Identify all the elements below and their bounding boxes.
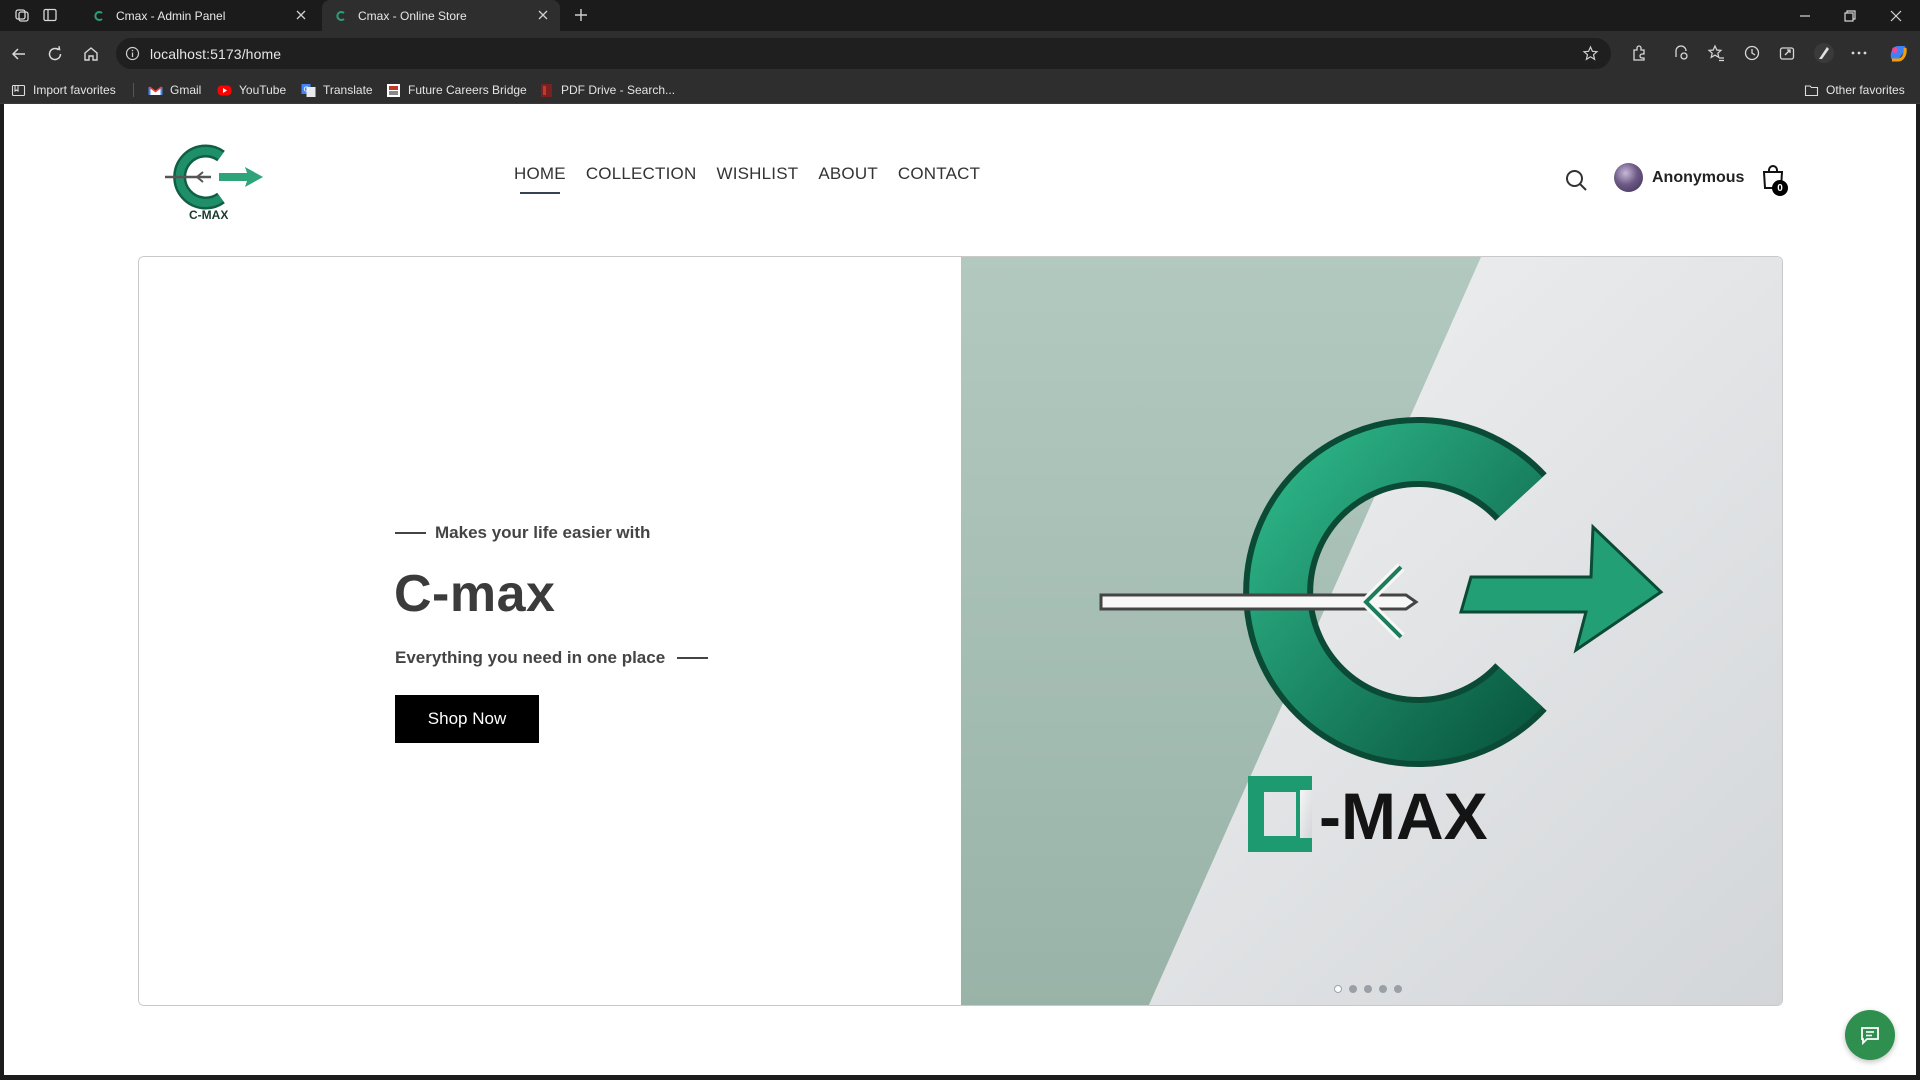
- hero-banner: Makes your life easier with C-max Everyt…: [138, 256, 1783, 1006]
- search-icon[interactable]: [1564, 168, 1588, 192]
- browser-tab-bar: Cmax - Admin Panel Cmax - Online Store: [0, 0, 1920, 31]
- hero-text-panel: Makes your life easier with C-max Everyt…: [139, 257, 961, 1005]
- vertical-tabs-icon[interactable]: [42, 7, 58, 23]
- close-icon[interactable]: [294, 8, 308, 22]
- hero-slide-image[interactable]: -MAX: [961, 257, 1782, 1005]
- bookmark-import-favorites[interactable]: Import favorites: [11, 81, 116, 99]
- carousel-dot[interactable]: [1394, 985, 1402, 993]
- history-icon[interactable]: [1743, 44, 1761, 62]
- bookmark-translate[interactable]: G Translate: [301, 81, 373, 99]
- favorite-star-icon[interactable]: [1582, 45, 1599, 62]
- close-icon[interactable]: [536, 8, 550, 22]
- site-info-icon[interactable]: [125, 46, 140, 61]
- nav-contact[interactable]: CONTACT: [898, 164, 980, 184]
- refresh-icon[interactable]: [46, 45, 64, 63]
- shop-now-button[interactable]: Shop Now: [395, 695, 539, 743]
- copilot-icon[interactable]: [1887, 42, 1909, 64]
- main-nav: HOME COLLECTION WISHLIST ABOUT CONTACT: [514, 164, 980, 194]
- workspaces-icon[interactable]: [14, 7, 30, 23]
- cmax-brand-image: -MAX: [961, 257, 1782, 1005]
- avatar[interactable]: [1614, 163, 1643, 192]
- hero-eyebrow: Makes your life easier with: [395, 523, 650, 543]
- address-input[interactable]: localhost:5173/home: [116, 38, 1611, 69]
- pdf-icon: [541, 83, 552, 97]
- url-text: localhost:5173/home: [150, 46, 282, 62]
- import-icon: [11, 84, 26, 96]
- tab-admin-panel[interactable]: Cmax - Admin Panel: [80, 0, 318, 31]
- svg-text:-MAX: -MAX: [1319, 779, 1488, 853]
- cart-count-badge: 0: [1772, 180, 1788, 196]
- window-close-icon[interactable]: [1889, 9, 1903, 23]
- nav-about[interactable]: ABOUT: [818, 164, 878, 184]
- carousel-dots: [1334, 985, 1402, 993]
- more-icon[interactable]: [1850, 44, 1868, 62]
- address-toolbar: localhost:5173/home: [0, 31, 1920, 76]
- extensions-icon[interactable]: [1630, 44, 1648, 62]
- site-icon: [387, 83, 400, 97]
- favorites-icon[interactable]: [1707, 44, 1725, 62]
- carousel-dot[interactable]: [1349, 985, 1357, 993]
- divider-line: [677, 657, 709, 659]
- carousel-dot[interactable]: [1334, 985, 1342, 993]
- cmax-favicon-icon: [336, 10, 345, 21]
- home-icon[interactable]: [82, 45, 100, 63]
- cmax-favicon-icon: [94, 10, 103, 21]
- read-aloud-icon[interactable]: [1672, 44, 1690, 62]
- hero-subtitle: Everything you need in one place: [395, 648, 709, 668]
- tab-title: Cmax - Online Store: [358, 8, 467, 23]
- new-tab-icon[interactable]: [573, 7, 589, 23]
- svg-text:G: G: [304, 85, 309, 93]
- tab-title: Cmax - Admin Panel: [116, 8, 226, 23]
- folder-icon: [1804, 84, 1819, 96]
- carousel-dot[interactable]: [1364, 985, 1372, 993]
- bookmarks-bar: Import favorites Gmail YouTube G Transla…: [0, 76, 1920, 104]
- tab-online-store[interactable]: Cmax - Online Store: [322, 0, 560, 31]
- share-icon[interactable]: [1778, 44, 1796, 62]
- bookmark-other-favorites[interactable]: Other favorites: [1804, 81, 1905, 99]
- profile-avatar-icon[interactable]: [1813, 42, 1835, 64]
- bookmark-gmail[interactable]: Gmail: [148, 81, 201, 99]
- chat-icon: [1861, 1027, 1879, 1046]
- hero-title: C-max: [394, 565, 556, 623]
- nav-collection[interactable]: COLLECTION: [586, 164, 697, 184]
- translate-icon: G: [301, 83, 316, 97]
- youtube-icon: [217, 85, 232, 95]
- cmax-logo[interactable]: C-MAX: [159, 142, 269, 222]
- bookmark-pdf-drive[interactable]: PDF Drive - Search...: [539, 81, 675, 99]
- bookmark-future-careers-bridge[interactable]: Future Careers Bridge: [386, 81, 527, 99]
- bookmark-separator: [133, 83, 134, 97]
- web-page: C-MAX HOME COLLECTION WISHLIST ABOUT CON…: [4, 104, 1916, 1075]
- chat-button[interactable]: [1845, 1010, 1895, 1060]
- minimize-icon[interactable]: [1798, 9, 1812, 23]
- bookmark-youtube[interactable]: YouTube: [217, 81, 286, 99]
- nav-home[interactable]: HOME: [514, 164, 566, 194]
- carousel-dot[interactable]: [1379, 985, 1387, 993]
- user-name[interactable]: Anonymous: [1652, 169, 1744, 187]
- gmail-icon: [148, 85, 163, 95]
- divider-line: [395, 532, 426, 534]
- svg-text:C-MAX: C-MAX: [189, 208, 228, 222]
- back-icon[interactable]: [10, 45, 28, 63]
- nav-wishlist[interactable]: WISHLIST: [716, 164, 798, 184]
- restore-icon[interactable]: [1843, 9, 1857, 23]
